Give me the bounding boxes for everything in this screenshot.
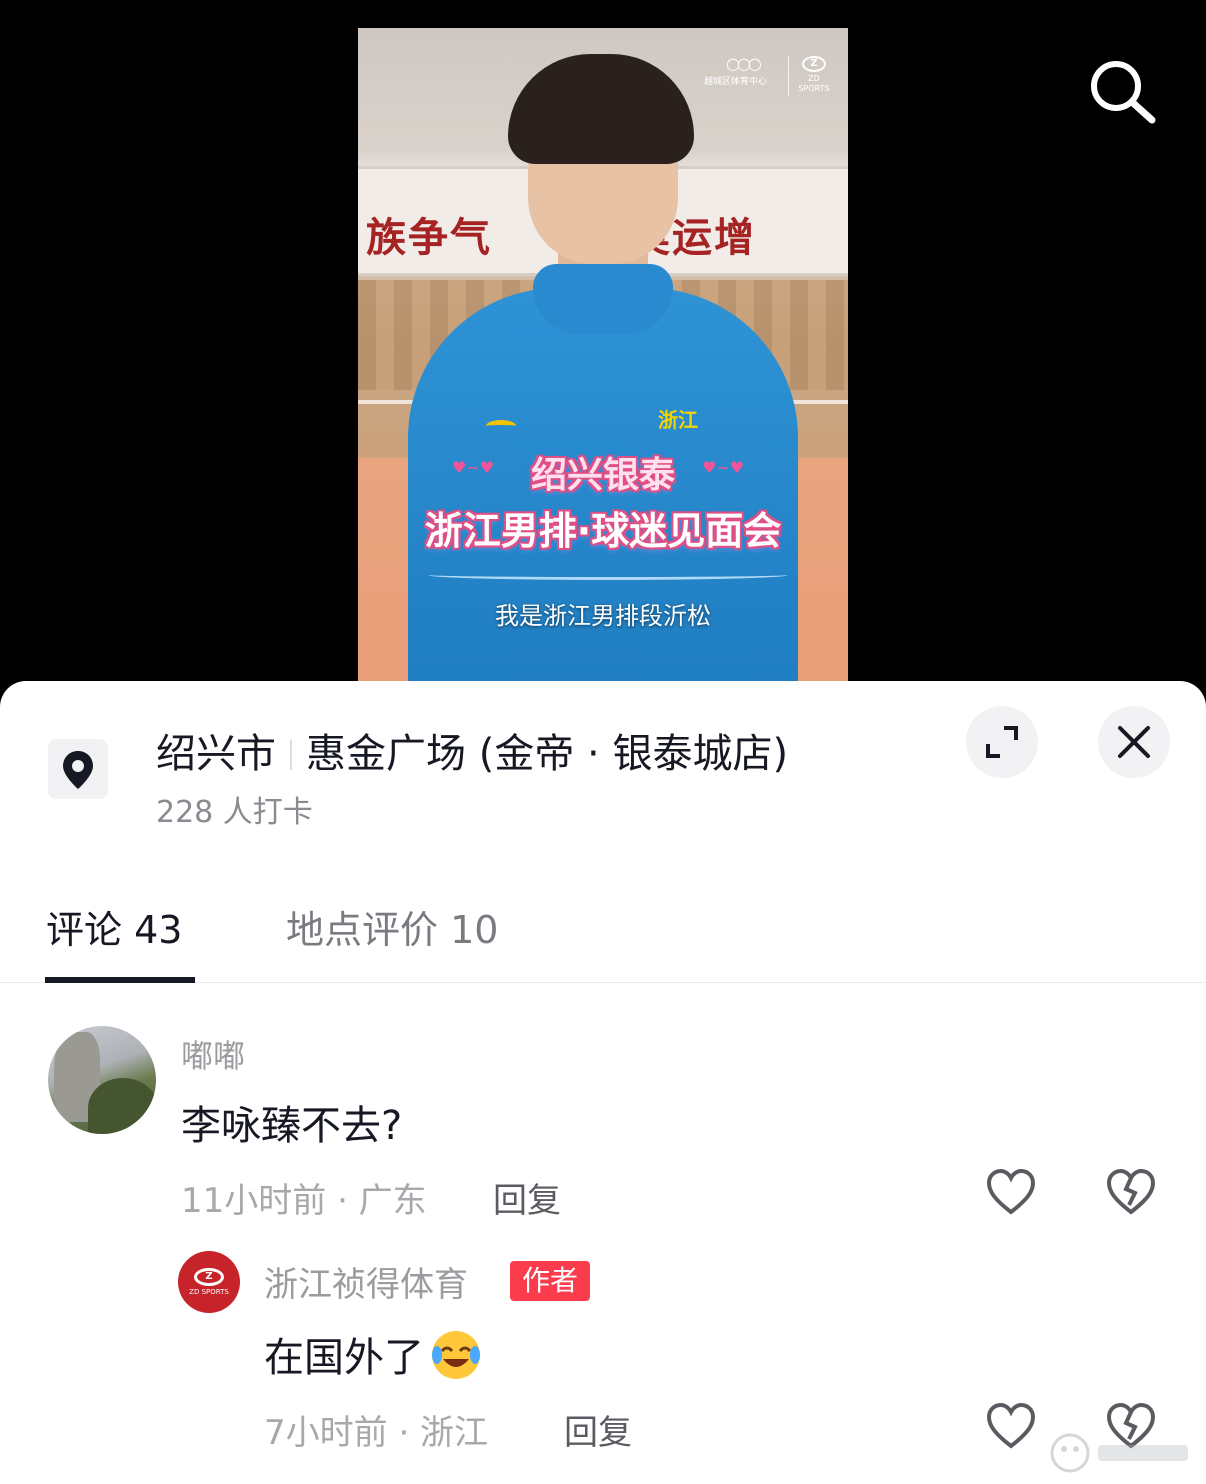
author-badge: 作者: [510, 1261, 591, 1301]
sponsor-logos: ○○○ 越城区体育中心 Z ZD SPORTS: [704, 54, 842, 104]
avatar[interactable]: [48, 1026, 156, 1134]
expand-button[interactable]: [966, 706, 1038, 778]
close-button[interactable]: [1098, 706, 1170, 778]
location-city: 绍兴市: [156, 731, 276, 777]
player-hair: [508, 54, 694, 164]
comment-meta: 11小时前 · 广东: [181, 1181, 427, 1221]
zd-logo-icon: Z: [802, 56, 826, 72]
video-title-overlay: ♥~♥ ♥~♥ 绍兴银泰 浙江男排·球迷见面会: [358, 446, 848, 580]
avatar[interactable]: Z ZD SPORTS: [178, 1251, 240, 1313]
heart-icon[interactable]: [984, 1165, 1038, 1219]
location-comments-sheet: 绍兴市 惠金广场 (金帝 · 银泰城店) 228 人打卡 评论 43 地点评价 1…: [0, 681, 1206, 1484]
logo-divider: [788, 56, 789, 96]
active-tab-indicator: [45, 977, 195, 983]
location-title[interactable]: 绍兴市 惠金广场 (金帝 · 银泰城店): [156, 721, 788, 779]
tab-location-reviews[interactable]: 地点评价 10: [286, 899, 498, 954]
comment-reply-button[interactable]: 回复: [493, 1173, 561, 1222]
reply-username[interactable]: 浙江祯得体育: [264, 1257, 468, 1306]
video-title-line2: 浙江男排·球迷见面会: [424, 509, 782, 553]
sponsor-org-name: 越城区体育中心: [704, 77, 768, 87]
close-icon: [1118, 726, 1150, 758]
tab-comments[interactable]: 评论 43: [46, 899, 182, 954]
broken-heart-icon[interactable]: [1104, 1165, 1158, 1219]
location-name: 惠金广场 (金帝 · 银泰城店): [306, 731, 789, 777]
reply-text: 在国外了: [264, 1335, 424, 1381]
olympic-rings-icon: ○○○: [726, 54, 762, 73]
comment-text: 李咏臻不去?: [181, 1103, 403, 1149]
banner-text-left: 族争气: [366, 214, 492, 261]
expand-icon: [986, 726, 1018, 758]
reply-meta: 7小时前 · 浙江: [264, 1413, 489, 1453]
zd-sports-logo: Z ZD SPORTS: [796, 56, 832, 96]
heart-decoration-icon: ♥~♥: [702, 458, 745, 477]
player-collar: [533, 264, 673, 334]
location-pin-icon: [48, 739, 108, 799]
heart-icon[interactable]: [984, 1399, 1038, 1453]
wave-decoration: [428, 570, 788, 580]
laugh-cry-emoji-icon: [432, 1331, 480, 1379]
title-divider: [290, 740, 292, 770]
checkin-count: 228 人打卡: [156, 795, 313, 830]
reply-text-row: 在国外了: [264, 1325, 484, 1383]
heart-decoration-icon: ♥~♥: [452, 458, 495, 477]
avatar-brand-text: ZD SPORTS: [189, 1288, 229, 1296]
video-player[interactable]: 族争气 奥运增 浙江 ○○○ 越城区体育中心 Z ZD SPORTS ♥~♥ ♥…: [358, 28, 848, 700]
search-icon[interactable]: [1086, 56, 1158, 128]
avatar-tree: [88, 1078, 156, 1134]
zd-logo-text: ZD SPORTS: [798, 74, 830, 93]
tab-bar: 评论 43 地点评价 10: [0, 881, 1206, 983]
jersey-text: 浙江: [658, 408, 698, 432]
reply-reply-button[interactable]: 回复: [564, 1405, 632, 1454]
video-subtitle: 我是浙江男排段沂松: [495, 602, 711, 630]
zd-logo-icon: Z: [194, 1268, 224, 1286]
comment-username[interactable]: 嘟嘟: [181, 1031, 245, 1077]
video-title-line1: 绍兴银泰: [530, 455, 675, 496]
video-area[interactable]: 族争气 奥运增 浙江 ○○○ 越城区体育中心 Z ZD SPORTS ♥~♥ ♥…: [0, 0, 1206, 700]
watermark-icon: [1050, 1433, 1188, 1473]
jersey-logo: [486, 420, 516, 432]
